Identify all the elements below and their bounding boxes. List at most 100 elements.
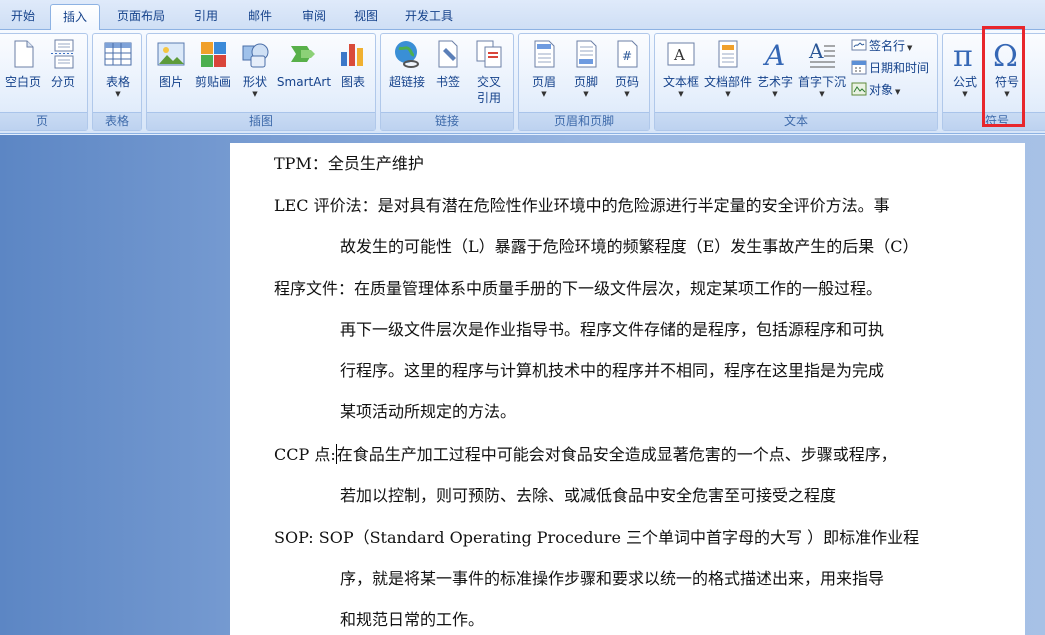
group-table-label: 表格 (93, 112, 141, 130)
quick-parts-label: 文档部件 (703, 75, 752, 89)
hyperlink-button[interactable]: 超链接 (385, 38, 429, 110)
chevron-down-icon: ▼ (962, 90, 968, 98)
page-number-button[interactable]: # 页码 ▼ (607, 38, 647, 110)
ribbon-tab-bar: 开始 插入 页面布局 引用 邮件 审阅 视图 开发工具 (0, 0, 1045, 31)
group-pages: 空白页 分页 页 (0, 33, 88, 131)
equation-button[interactable]: π 公式 ▼ (945, 38, 985, 110)
drop-cap-label: 首字下沉 (797, 75, 846, 89)
clip-art-label: 剪贴画 (194, 75, 231, 89)
date-time-button[interactable]: 日期和时间 (851, 58, 929, 78)
document-page[interactable]: TPM：全员生产维护 LEC 评价法：是对具有潜在危险性作业环境中的危险源进行半… (230, 143, 1025, 635)
tab-home[interactable]: 开始 (2, 4, 44, 30)
footer-button[interactable]: 页脚 ▼ (565, 38, 607, 110)
tab-insert[interactable]: 插入 (50, 4, 100, 31)
paragraph-tpm: TPM：全员生产维护 (274, 143, 984, 184)
quick-parts-button[interactable]: 文档部件 ▼ (703, 38, 753, 110)
quick-parts-icon (718, 40, 738, 68)
footer-label: 页脚 (573, 75, 598, 89)
shapes-button[interactable]: 形状 ▼ (235, 38, 275, 110)
chevron-down-icon: ▼ (895, 88, 901, 96)
chevron-down-icon: ▼ (678, 90, 684, 98)
group-text-label: 文本 (655, 112, 937, 130)
paragraph-line: 序，就是将某一事件的标准操作步骤和要求以统一的格式描述出来，用来指导 (340, 569, 885, 588)
paragraph-line: 若加以控制，则可预防、去除、或减低食品中安全危害至可接受之程度 (340, 486, 837, 505)
table-button[interactable]: 表格 ▼ (97, 38, 139, 110)
paragraph-line: SOP: SOP（Standard Operating Procedure 三个… (274, 528, 920, 547)
object-icon (851, 82, 867, 96)
bookmark-label: 书签 (435, 75, 460, 89)
paragraph-line: CCP 点:在食品生产加工过程中可能会对食品安全造成显著危害的一个点、步骤或程序… (274, 434, 984, 475)
document-workspace: TPM：全员生产维护 LEC 评价法：是对具有潜在危险性作业环境中的危险源进行半… (0, 135, 1045, 635)
signature-line-label: 签名行 (869, 39, 906, 53)
paragraph-lec: LEC 评价法：是对具有潜在危险性作业环境中的危险源进行半定量的安全评价方法。事… (274, 185, 984, 267)
tab-mailings[interactable]: 邮件 (238, 4, 282, 30)
table-label: 表格 (105, 75, 130, 89)
chart-icon (341, 44, 363, 66)
group-table: 表格 ▼ 表格 (92, 33, 142, 131)
cross-reference-button[interactable]: 交叉引用 (469, 38, 509, 110)
smartart-button[interactable]: SmartArt (275, 38, 333, 110)
group-text: A 文本框 ▼ 文档部件 ▼ A 艺术字 ▼ A 首字下沉 ▼ 签名行 ▼ 日期和… (654, 33, 938, 131)
wordart-button[interactable]: A 艺术字 ▼ (753, 38, 797, 110)
picture-button[interactable]: 图片 (151, 38, 191, 110)
signature-line-button[interactable]: 签名行 ▼ (851, 36, 912, 56)
group-header-footer-label: 页眉和页脚 (519, 112, 649, 130)
tab-view[interactable]: 视图 (344, 4, 388, 30)
picture-icon (157, 42, 185, 66)
object-label: 对象 (869, 83, 894, 97)
ccp-definition: 在食品生产加工过程中可能会对食品安全造成显著危害的一个点、步骤或程序， (336, 445, 897, 464)
equation-label: 公式 (952, 75, 977, 89)
bookmark-icon (438, 40, 458, 68)
chart-label: 图表 (340, 75, 365, 89)
drop-cap-icon: A (808, 39, 835, 68)
svg-text:A: A (808, 39, 824, 63)
paragraph-line: 程序文件：在质量管理体系中质量手册的下一级文件层次，规定某项工作的一般过程。 (274, 279, 883, 298)
footer-icon (576, 40, 597, 68)
svg-text:#: # (622, 49, 632, 63)
tab-review[interactable]: 审阅 (292, 4, 336, 30)
object-button[interactable]: 对象 ▼ (851, 80, 900, 100)
wordart-icon: A (762, 39, 785, 70)
shapes-icon (242, 43, 269, 68)
blank-page-button[interactable]: 空白页 (3, 38, 43, 110)
calendar-icon (851, 60, 867, 75)
paragraph-line: 和规范日常的工作。 (340, 610, 485, 629)
chart-button[interactable]: 图表 (333, 38, 373, 110)
wordart-label: 艺术字 (756, 75, 793, 89)
clip-art-button[interactable]: 剪贴画 (191, 38, 235, 110)
tab-developer[interactable]: 开发工具 (396, 4, 462, 30)
text-box-label: 文本框 (662, 75, 699, 89)
group-illustrations: 图片 剪贴画 形状 ▼ SmartArt 图表 插图 (146, 33, 376, 131)
paragraph-procedure-document: 程序文件：在质量管理体系中质量手册的下一级文件层次，规定某项工作的一般过程。 再… (274, 268, 984, 432)
date-time-label: 日期和时间 (869, 61, 930, 75)
header-button[interactable]: 页眉 ▼ (523, 38, 565, 110)
header-label: 页眉 (531, 75, 556, 89)
chevron-down-icon: ▼ (624, 90, 630, 98)
smartart-icon (291, 46, 315, 62)
page-number-label: 页码 (614, 75, 639, 89)
group-links: 超链接 书签 交叉引用 链接 (380, 33, 514, 131)
paragraph-line: 再下一级文件层次是作业指导书。程序文件存储的是程序，包括源程序和可执 (340, 320, 885, 339)
chevron-down-icon: ▼ (725, 90, 731, 98)
chevron-down-icon: ▼ (819, 90, 825, 98)
svg-text:A: A (673, 46, 685, 64)
signature-line-icon (851, 39, 867, 51)
chevron-down-icon: ▼ (252, 90, 258, 98)
svg-text:π: π (953, 39, 973, 70)
tab-page-layout[interactable]: 页面布局 (108, 4, 174, 30)
header-icon (534, 40, 555, 68)
paragraph-ccp: CCP 点:在食品生产加工过程中可能会对食品安全造成显著危害的一个点、步骤或程序… (274, 434, 984, 516)
blank-page-label: 空白页 (4, 75, 41, 89)
chevron-down-icon: ▼ (583, 90, 589, 98)
paragraph-line: 故发生的可能性（L）暴露于危险环境的频繁程度（E）发生事故产生的后果（C） (340, 237, 919, 256)
tab-references[interactable]: 引用 (184, 4, 228, 30)
cross-reference-icon (476, 40, 502, 68)
chevron-down-icon: ▼ (772, 90, 778, 98)
text-box-button[interactable]: A 文本框 ▼ (659, 38, 703, 110)
paragraph-line: 行程序。这里的程序与计算机技术中的程序并不相同，程序在这里指是为完成 (340, 361, 885, 380)
drop-cap-button[interactable]: A 首字下沉 ▼ (797, 38, 847, 110)
bookmark-button[interactable]: 书签 (429, 38, 467, 110)
smartart-label: SmartArt (276, 75, 332, 89)
text-box-icon: A (667, 42, 695, 66)
page-break-button[interactable]: 分页 (45, 38, 81, 110)
